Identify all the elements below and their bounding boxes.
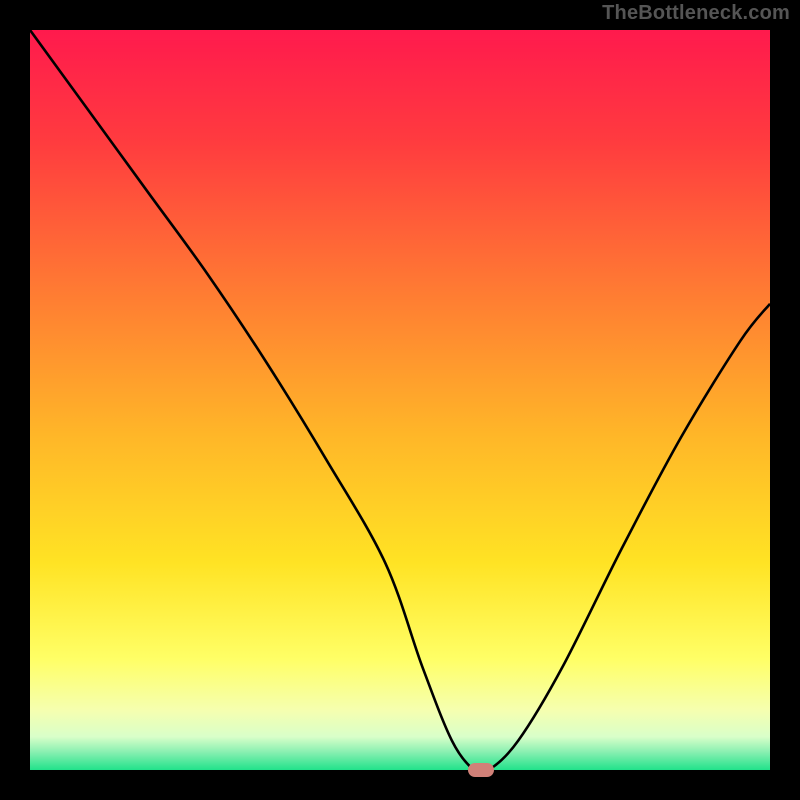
gradient-background bbox=[30, 30, 770, 770]
chart-frame: TheBottleneck.com bbox=[0, 0, 800, 800]
plot-svg bbox=[30, 30, 770, 770]
plot-area bbox=[30, 30, 770, 770]
optimum-marker bbox=[468, 763, 494, 777]
watermark-text: TheBottleneck.com bbox=[602, 2, 790, 25]
